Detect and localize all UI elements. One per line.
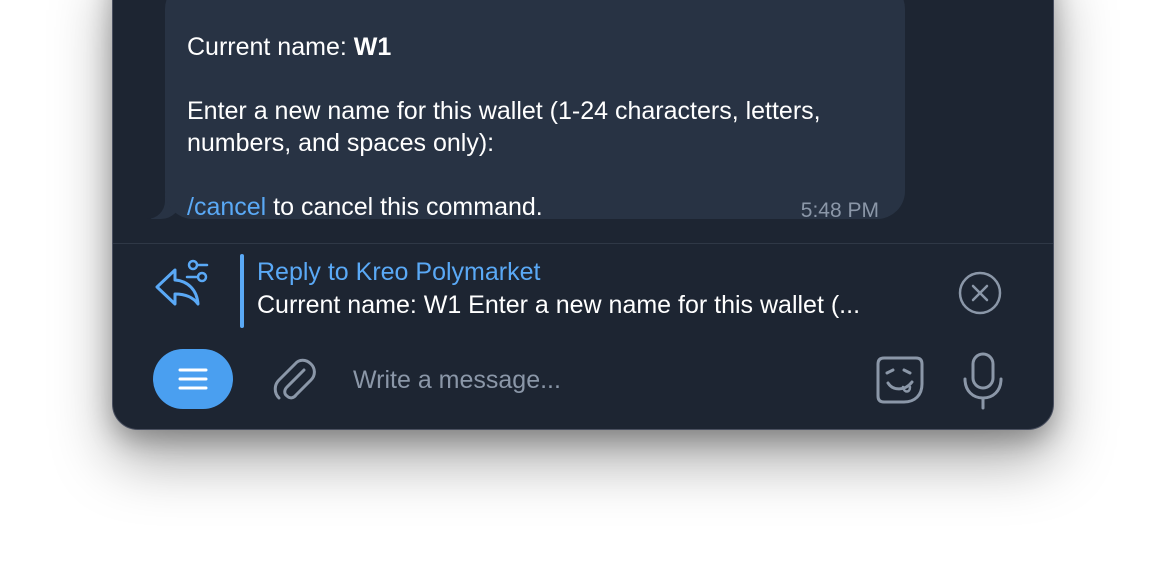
reply-accent-bar [240, 254, 244, 328]
prompt-line-2: numbers, and spaces only): [187, 129, 495, 157]
microphone-icon[interactable] [961, 351, 1005, 411]
cancel-command-link[interactable]: /cancel [187, 193, 266, 221]
composer-divider [113, 243, 1053, 244]
current-name-value: W1 [353, 33, 392, 61]
message-time: 5:48 PM [800, 199, 879, 222]
menu-icon [178, 368, 208, 390]
prompt-line-1: Enter a new name for this wallet (1-24 c… [187, 97, 821, 125]
reply-preview: Current name: W1 Enter a new name for th… [257, 291, 861, 319]
message-bubble[interactable]: Current name: W1 Enter a new name for th… [165, 0, 905, 222]
menu-button[interactable] [153, 349, 233, 409]
reply-title: Reply to Kreo Polymarket [257, 258, 541, 286]
current-name-label: Current name: [187, 33, 354, 61]
chat-window: Current name: W1 Enter a new name for th… [112, 0, 1054, 430]
current-name-line: Current name: W1 [187, 31, 391, 63]
cancel-text: to cancel this command. [266, 193, 543, 221]
reply-options-icon[interactable] [153, 257, 211, 315]
paperclip-icon[interactable] [269, 355, 319, 405]
close-reply-button[interactable] [957, 270, 1003, 316]
sticker-icon[interactable] [873, 353, 927, 407]
message-input[interactable] [353, 359, 803, 401]
cancel-line: /cancel to cancel this command. [187, 191, 543, 223]
